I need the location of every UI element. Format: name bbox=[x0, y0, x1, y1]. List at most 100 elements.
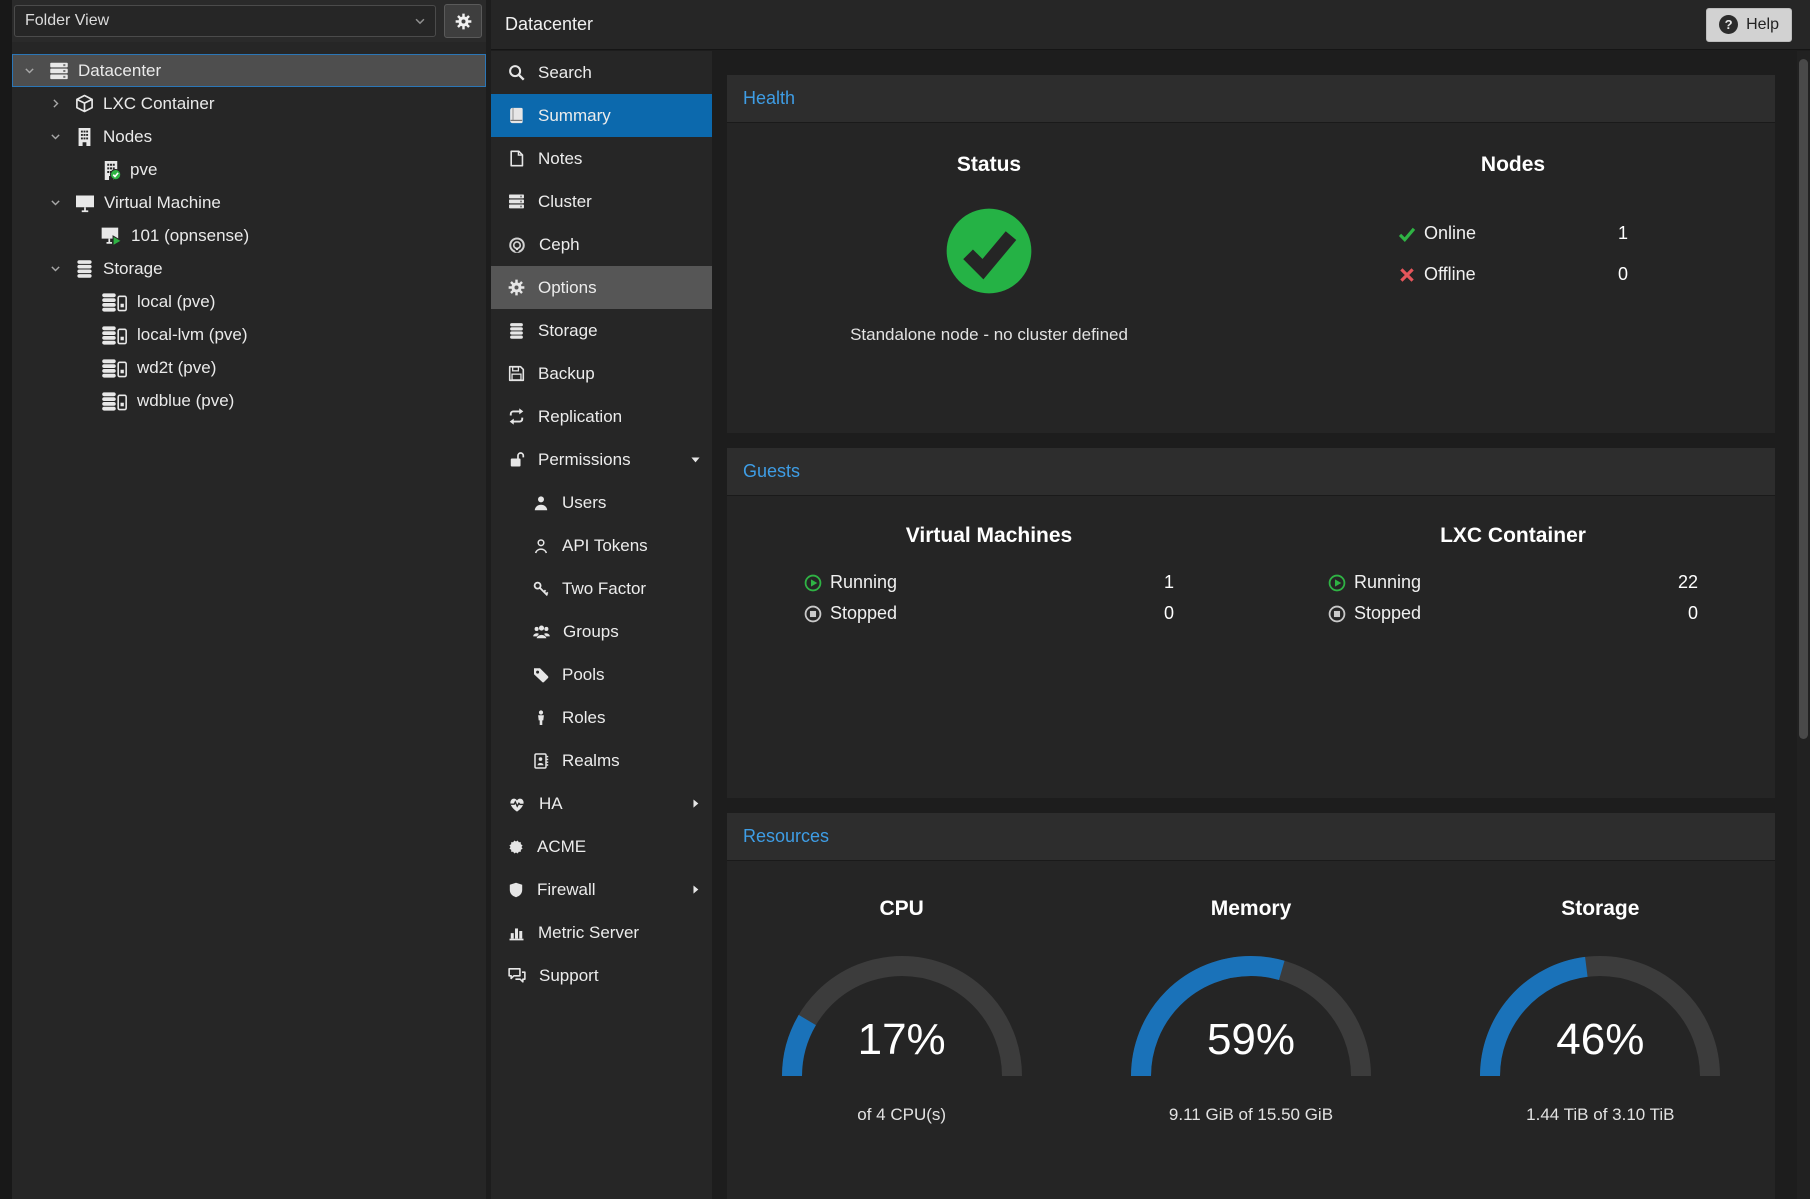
vm-stopped-row: Stopped 0 bbox=[804, 603, 1174, 624]
help-button[interactable]: ? Help bbox=[1706, 8, 1792, 42]
nav-item-ceph[interactable]: Ceph bbox=[491, 223, 712, 266]
tree-item-storage[interactable]: Storage bbox=[12, 252, 486, 285]
chevron-right-icon[interactable] bbox=[49, 97, 75, 110]
bar-chart-icon bbox=[508, 924, 525, 941]
resources-panel: Resources CPU 17% of 4 CPU(s) Memory bbox=[727, 813, 1775, 1199]
database-icon bbox=[508, 322, 525, 339]
lxc-guests-column: LXC Container Running 22 Stopped bbox=[1251, 496, 1775, 798]
resources-panel-header: Resources bbox=[727, 813, 1775, 861]
database-drive-icon bbox=[101, 292, 128, 312]
nav-item-ha[interactable]: HA bbox=[491, 782, 712, 825]
memory-gauge: 59% bbox=[1116, 941, 1386, 1083]
tree-item-pve[interactable]: pve bbox=[12, 153, 486, 186]
nav-item-roles[interactable]: Roles bbox=[491, 696, 712, 739]
lxc-running-row: Running 22 bbox=[1328, 572, 1698, 593]
chevron-down-icon[interactable] bbox=[49, 262, 75, 275]
unlock-icon bbox=[508, 451, 525, 468]
lxc-guests-table: Running 22 Stopped 0 bbox=[1328, 572, 1698, 624]
nav-item-support[interactable]: Support bbox=[491, 954, 712, 997]
cpu-detail: of 4 CPU(s) bbox=[727, 1105, 1076, 1125]
nodes-offline-row: Offline 0 bbox=[1398, 264, 1628, 285]
check-icon bbox=[1398, 225, 1416, 243]
gear-icon bbox=[455, 13, 472, 30]
nav-item-backup[interactable]: Backup bbox=[491, 352, 712, 395]
guests-panel-header: Guests bbox=[727, 448, 1775, 496]
nav-item-summary[interactable]: Summary bbox=[491, 94, 712, 137]
scrollbar-thumb[interactable] bbox=[1799, 59, 1808, 739]
nav-item-pools[interactable]: Pools bbox=[491, 653, 712, 696]
tree-item-storage-wd2t[interactable]: wd2t (pve) bbox=[12, 351, 486, 384]
vm-guests-column: Virtual Machines Running 1 Stopped bbox=[727, 496, 1251, 798]
users-icon bbox=[533, 623, 550, 640]
note-icon bbox=[508, 150, 525, 167]
nav-item-groups[interactable]: Groups bbox=[491, 610, 712, 653]
chevron-down-icon[interactable] bbox=[49, 130, 75, 143]
ceph-icon bbox=[508, 236, 526, 254]
nav-item-users[interactable]: Users bbox=[491, 481, 712, 524]
health-panel-header: Health bbox=[727, 75, 1775, 123]
top-bar: Datacenter ? Help bbox=[491, 0, 1810, 50]
status-heading: Status bbox=[727, 123, 1251, 177]
user-outline-icon bbox=[533, 538, 549, 554]
nav-item-api-tokens[interactable]: API Tokens bbox=[491, 524, 712, 567]
tree-item-storage-local[interactable]: local (pve) bbox=[12, 285, 486, 318]
view-selector[interactable]: Folder View bbox=[14, 5, 436, 37]
nav-item-search[interactable]: Search bbox=[491, 51, 712, 94]
building-icon bbox=[75, 127, 94, 146]
window-edge bbox=[0, 0, 12, 1199]
nav-item-permissions[interactable]: Permissions bbox=[491, 438, 712, 481]
status-ok-icon bbox=[945, 207, 1033, 295]
cpu-gauge-column: CPU 17% of 4 CPU(s) bbox=[727, 861, 1076, 1199]
vm-running-count: 1 bbox=[1164, 572, 1174, 593]
tree-item-vm-101[interactable]: 101 (opnsense) bbox=[12, 219, 486, 252]
nav-item-storage[interactable]: Storage bbox=[491, 309, 712, 352]
address-book-icon bbox=[533, 753, 549, 769]
memory-detail: 9.11 GiB of 15.50 GiB bbox=[1076, 1105, 1425, 1125]
nav-item-metric-server[interactable]: Metric Server bbox=[491, 911, 712, 954]
nodes-offline-count: 0 bbox=[1618, 264, 1628, 285]
comments-icon bbox=[508, 967, 526, 985]
caret-down-icon bbox=[689, 453, 702, 466]
tree-item-virtual-machine[interactable]: Virtual Machine bbox=[12, 186, 486, 219]
vm-stopped-count: 0 bbox=[1164, 603, 1174, 624]
lxc-heading: LXC Container bbox=[1251, 496, 1775, 548]
lxc-stopped-row: Stopped 0 bbox=[1328, 603, 1698, 624]
tree-item-storage-wdblue[interactable]: wdblue (pve) bbox=[12, 384, 486, 417]
nav-item-two-factor[interactable]: Two Factor bbox=[491, 567, 712, 610]
server-icon bbox=[508, 193, 525, 210]
lxc-running-count: 22 bbox=[1678, 572, 1698, 593]
vm-running-row: Running 1 bbox=[804, 572, 1174, 593]
nav-item-acme[interactable]: ACME bbox=[491, 825, 712, 868]
monitor-play-icon bbox=[101, 225, 122, 246]
content-scrollbar[interactable] bbox=[1797, 51, 1810, 1199]
tree-item-nodes[interactable]: Nodes bbox=[12, 120, 486, 153]
nav-item-cluster[interactable]: Cluster bbox=[491, 180, 712, 223]
nodes-online-row: Online 1 bbox=[1398, 223, 1628, 244]
stop-circle-icon bbox=[804, 605, 822, 623]
config-nav: Search Summary Notes Cluster Ceph Option… bbox=[491, 51, 712, 1199]
cluster-status-column: Status Standalone node - no cluster defi… bbox=[727, 123, 1251, 433]
tree-item-lxc-container[interactable]: LXC Container bbox=[12, 87, 486, 120]
stop-circle-icon bbox=[1328, 605, 1346, 623]
nav-item-replication[interactable]: Replication bbox=[491, 395, 712, 438]
nav-item-realms[interactable]: Realms bbox=[491, 739, 712, 782]
chevron-down-icon[interactable] bbox=[23, 64, 49, 77]
user-icon bbox=[533, 495, 549, 511]
repeat-icon bbox=[508, 408, 525, 425]
resource-tree: Datacenter LXC Container Nodes pve Virtu… bbox=[12, 42, 486, 417]
chevron-down-icon[interactable] bbox=[49, 196, 75, 209]
question-circle-icon: ? bbox=[1719, 15, 1738, 34]
tree-item-datacenter[interactable]: Datacenter bbox=[12, 54, 486, 87]
nodes-heading: Nodes bbox=[1251, 123, 1775, 177]
tree-item-storage-local-lvm[interactable]: local-lvm (pve) bbox=[12, 318, 486, 351]
gear-icon bbox=[508, 279, 525, 296]
nodes-table: Online 1 Offline 0 bbox=[1398, 223, 1628, 285]
search-icon bbox=[508, 64, 525, 81]
tree-settings-button[interactable] bbox=[444, 4, 482, 38]
nav-item-notes[interactable]: Notes bbox=[491, 137, 712, 180]
nav-item-options[interactable]: Options bbox=[491, 266, 712, 309]
key-icon bbox=[533, 581, 549, 597]
nav-item-firewall[interactable]: Firewall bbox=[491, 868, 712, 911]
cpu-percent: 17% bbox=[767, 1015, 1037, 1065]
person-icon bbox=[533, 710, 549, 726]
